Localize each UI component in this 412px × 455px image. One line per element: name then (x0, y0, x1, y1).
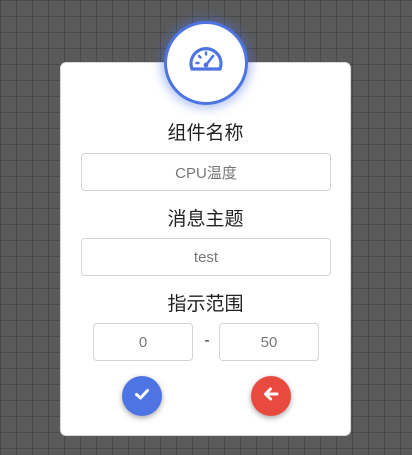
widget-config-card: 组件名称 消息主题 指示范围 - (60, 62, 351, 436)
range-min-input[interactable] (93, 323, 193, 361)
range-separator: - (204, 332, 210, 349)
speedometer-icon (186, 41, 226, 85)
check-icon (133, 385, 151, 407)
confirm-button[interactable] (122, 376, 162, 416)
component-name-input[interactable] (81, 153, 331, 191)
range-max-input[interactable] (219, 323, 319, 361)
topic-input[interactable] (81, 238, 331, 276)
range-label: 指示范围 (167, 293, 244, 315)
arrow-left-icon (262, 385, 280, 407)
back-button[interactable] (251, 376, 291, 416)
component-name-label: 组件名称 (167, 122, 244, 144)
topic-label: 消息主题 (167, 208, 244, 230)
gauge-badge (164, 21, 248, 105)
